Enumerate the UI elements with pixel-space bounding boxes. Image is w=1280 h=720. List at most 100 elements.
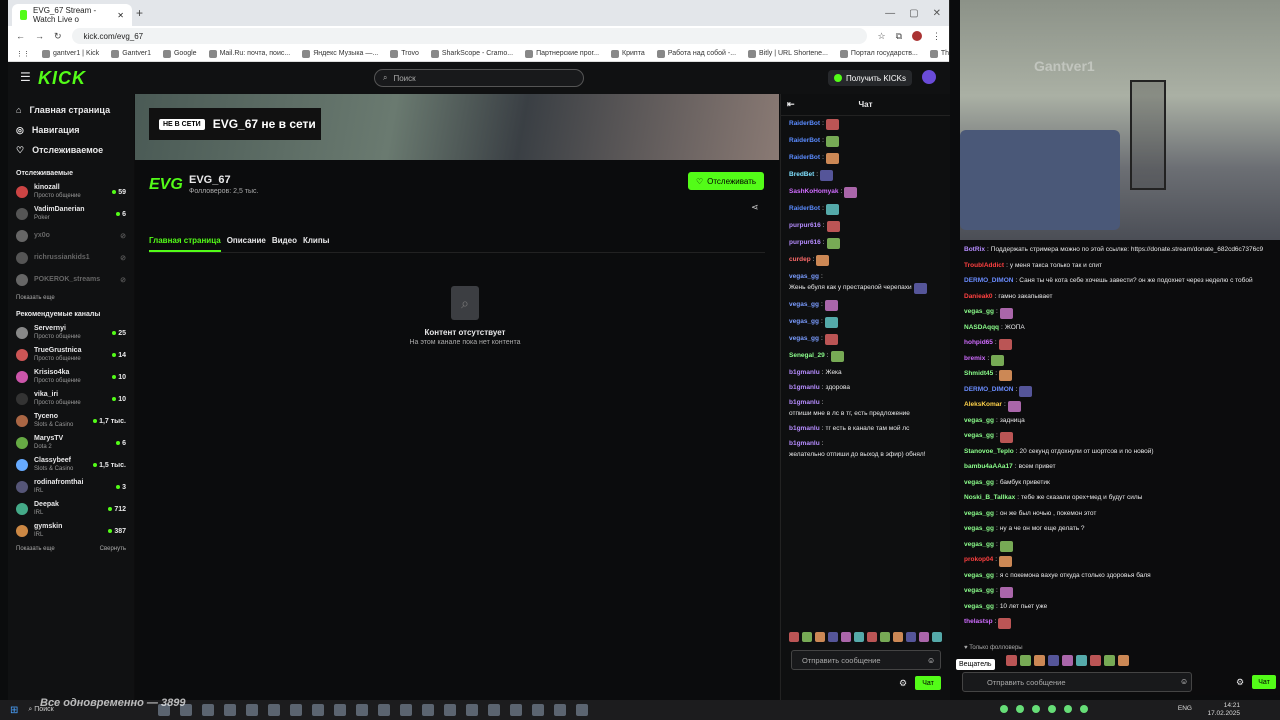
tray-icon[interactable]	[1048, 705, 1056, 713]
forward-icon[interactable]: →	[35, 31, 44, 41]
chat-username[interactable]: b1gmanlu	[789, 398, 820, 407]
tray-icon[interactable]	[1080, 705, 1088, 713]
channel-tab[interactable]: Видео	[272, 236, 297, 252]
show-more-recommended[interactable]: Показать еще	[16, 546, 55, 552]
bookmark-item[interactable]: Партнерские прог...	[525, 49, 599, 58]
app-icon[interactable]	[400, 704, 413, 716]
collapse-chat-icon[interactable]: ⇤	[787, 99, 795, 110]
share-icon[interactable]: ⋖	[751, 202, 759, 213]
chat-username[interactable]: vegas_gg	[789, 272, 819, 281]
sidebar-nav-item[interactable]: ⌂ Главная страница	[16, 100, 126, 120]
sidebar-channel[interactable]: VadimDanerian Poker 6	[16, 203, 126, 225]
sidebar-channel[interactable]: MarysTV Dota 2 6	[16, 432, 126, 454]
emote-icon[interactable]	[932, 632, 942, 642]
app-icon[interactable]	[510, 704, 523, 716]
sidebar-channel[interactable]: Servernyi Просто общение 25	[16, 322, 126, 344]
app-icon[interactable]	[488, 704, 501, 716]
chat-username[interactable]: RaiderBot	[789, 204, 820, 213]
chat-username[interactable]: b1gmanlu	[789, 439, 820, 448]
app-icon[interactable]	[444, 704, 457, 716]
apps-icon[interactable]: ⋮⋮	[16, 50, 30, 58]
app-icon[interactable]	[356, 704, 369, 716]
sidebar-channel[interactable]: vika_iri Просто общение 10	[16, 388, 126, 410]
follow-button[interactable]: ♡ Отслеживать	[688, 172, 764, 190]
sidebar-channel[interactable]: POKEROK_streams ⊘	[16, 269, 126, 291]
sidebar-channel[interactable]: kinozall Просто общение 59	[16, 181, 126, 203]
sidebar-channel[interactable]: gymskin IRL 387	[16, 520, 126, 542]
sidebar-channel[interactable]: TrueGrustnica Просто общение 14	[16, 344, 126, 366]
chat-username[interactable]: RaiderBot	[789, 153, 820, 162]
chat-send-button[interactable]: Чат	[915, 676, 941, 690]
channel-tab[interactable]: Клипы	[303, 236, 330, 252]
chat-username[interactable]: b1gmanlu	[789, 383, 820, 392]
new-tab-icon[interactable]: +	[136, 6, 143, 20]
chat-username[interactable]: vegas_gg	[789, 300, 819, 309]
app-icon[interactable]	[202, 704, 215, 716]
search-input[interactable]: ⌕ Поиск	[374, 69, 584, 87]
bookmark-item[interactable]: Mail.Ru: почта, поис...	[208, 49, 290, 58]
emote-icon[interactable]	[802, 632, 812, 642]
overlay-settings-icon[interactable]: ⚙	[1236, 677, 1244, 688]
url-field[interactable]: kick.com/evg_67	[71, 28, 868, 44]
chat-username[interactable]: RaiderBot	[789, 119, 820, 128]
chat-username[interactable]: curdep	[789, 255, 811, 264]
chat-username[interactable]: b1gmanlu	[789, 368, 820, 377]
emote-icon[interactable]	[919, 632, 929, 642]
extensions-icon[interactable]: ⧉	[896, 31, 902, 42]
sidebar-channel[interactable]: Deepak IRL 712	[16, 498, 126, 520]
channel-tab[interactable]: Описание	[227, 236, 266, 252]
sidebar-channel[interactable]: Tyceno Slots & Casino 1,7 тыс.	[16, 410, 126, 432]
minimize-icon[interactable]: —	[885, 8, 895, 19]
language-indicator[interactable]: ENG	[1178, 705, 1192, 713]
app-icon[interactable]	[224, 704, 237, 716]
sidebar-nav-item[interactable]: ◎ Навигация	[16, 120, 126, 140]
close-tab-icon[interactable]: ✕	[117, 11, 124, 20]
app-icon[interactable]	[554, 704, 567, 716]
app-icon[interactable]	[312, 704, 325, 716]
bookmark-item[interactable]: Trovo	[390, 49, 419, 58]
maximize-icon[interactable]: ▢	[909, 8, 918, 19]
sidebar-nav-item[interactable]: ♡ Отслеживаемое	[16, 140, 126, 160]
app-icon[interactable]	[290, 704, 303, 716]
back-icon[interactable]: ←	[16, 31, 25, 41]
chat-settings-icon[interactable]: ⚙	[899, 678, 907, 689]
profile-avatar[interactable]	[912, 31, 922, 41]
chat-username[interactable]: purpur616	[789, 238, 821, 247]
bookmark-item[interactable]: Работа над собой -...	[656, 49, 736, 58]
reload-icon[interactable]: ↻	[54, 31, 62, 42]
bookmark-item[interactable]: SharkScope - Cramo...	[430, 49, 513, 58]
app-icon[interactable]	[466, 704, 479, 716]
emote-icon[interactable]	[867, 632, 877, 642]
emote-icon[interactable]	[828, 632, 838, 642]
chat-username[interactable]: RaiderBot	[789, 136, 820, 145]
chat-username[interactable]: vegas_gg	[789, 317, 819, 326]
clock[interactable]: ENG 14:21 17.02.2025	[1178, 702, 1240, 718]
app-icon[interactable]	[378, 704, 391, 716]
tray-icon[interactable]	[1064, 705, 1072, 713]
tray-icon[interactable]	[1016, 705, 1024, 713]
bookmark-star-icon[interactable]: ☆	[877, 31, 885, 42]
tray-icon[interactable]	[1032, 705, 1040, 713]
get-kicks-button[interactable]: Получить KICKs	[827, 70, 912, 86]
chat-username[interactable]: Senegal_29	[789, 351, 825, 360]
app-icon[interactable]	[334, 704, 347, 716]
hamburger-icon[interactable]: ☰	[20, 70, 31, 84]
emote-icon[interactable]	[854, 632, 864, 642]
user-avatar[interactable]	[922, 70, 936, 84]
app-icon[interactable]	[268, 704, 281, 716]
emoji-icon[interactable]: ☺	[927, 656, 935, 665]
chat-username[interactable]: SashKoHomyak	[789, 187, 839, 196]
bookmark-item[interactable]: Яндекс Музыка —...	[302, 49, 378, 58]
bookmark-item[interactable]: Gantver1	[111, 49, 151, 58]
chat-username[interactable]: BredBet	[789, 170, 814, 179]
app-icon[interactable]	[576, 704, 589, 716]
app-icon[interactable]	[246, 704, 259, 716]
chat-input[interactable]: Отправить сообщение	[791, 650, 941, 670]
sidebar-channel[interactable]: richrussiankids1 ⊘	[16, 247, 126, 269]
tray-icon[interactable]	[1000, 705, 1008, 713]
emote-icon[interactable]	[815, 632, 825, 642]
sidebar-channel[interactable]: yx0o ⊘	[16, 225, 126, 247]
emote-icon[interactable]	[841, 632, 851, 642]
sidebar-channel[interactable]: rodinafromthai IRL 3	[16, 476, 126, 498]
overlay-emoji-icon[interactable]: ☺	[1180, 677, 1188, 686]
